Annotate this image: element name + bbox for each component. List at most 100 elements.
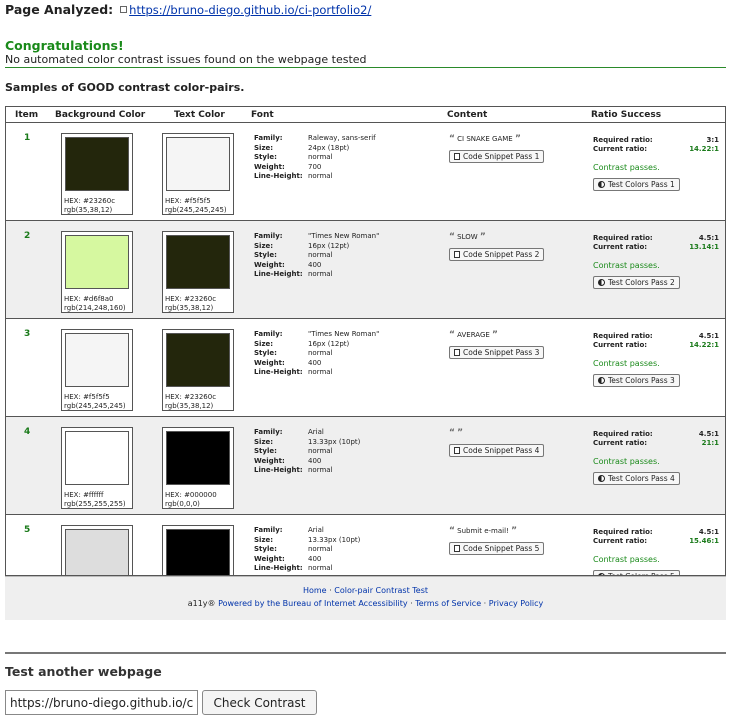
url-input[interactable] — [5, 690, 198, 715]
code-snippet-button[interactable]: Code Snippet Pass 2 — [449, 248, 545, 261]
font-family-label: Family: — [254, 330, 283, 338]
font-family-value: Arial — [308, 526, 324, 534]
font-style-value: normal — [308, 349, 333, 357]
contrast-passes: Contrast passes. — [593, 261, 660, 270]
line-height-value: normal — [308, 172, 333, 180]
check-contrast-button[interactable]: Check Contrast — [202, 690, 317, 715]
item-number: 3 — [24, 329, 31, 339]
col-text-color: Text Color — [174, 110, 225, 120]
font-weight-value: 400 — [308, 358, 322, 367]
font-style-label: Style: — [254, 349, 277, 357]
code-snippet-button[interactable]: Code Snippet Pass 4 — [449, 444, 545, 457]
font-family-value: Arial — [308, 428, 324, 436]
samples-heading: Samples of GOOD contrast color-pairs. — [5, 81, 245, 94]
footer-separator: · — [329, 586, 332, 595]
contrast-passes: Contrast passes. — [593, 359, 660, 368]
footer-privacy-link[interactable]: Privacy Policy — [489, 599, 544, 608]
code-snippet-label: Code Snippet Pass 2 — [463, 250, 540, 259]
background-swatch — [65, 333, 129, 387]
table-row: 3 HEX: #f5f5f5 rgb(245,245,245) HEX: #23260… — [6, 319, 725, 417]
font-family-label: Family: — [254, 232, 283, 240]
required-ratio-label: Required ratio: — [593, 528, 653, 536]
contrast-icon — [598, 475, 605, 482]
font-style-value: normal — [308, 545, 333, 553]
external-link-icon — [120, 6, 128, 13]
footer-home-link[interactable]: Home — [303, 586, 327, 595]
background-color-sample: HEX: #d6f8a0 rgb(214,248,160) — [61, 231, 133, 313]
page-analyzed-label: Page Analyzed: — [5, 2, 114, 17]
divider — [5, 652, 726, 654]
test-colors-button[interactable]: Test Colors Pass 2 — [593, 276, 680, 289]
required-ratio-label: Required ratio: — [593, 234, 653, 242]
content-sample: “ ” — [449, 428, 463, 438]
content-text: Submit e-mail! — [457, 527, 509, 535]
required-ratio-value: 4.5:1 — [698, 234, 719, 242]
line-height-label: Line-Height: — [254, 368, 303, 376]
font-size-value: 24px (18pt) — [308, 143, 350, 152]
line-height-label: Line-Height: — [254, 564, 303, 572]
current-ratio: Current ratio: 14.22:1 — [593, 341, 719, 349]
line-height-label: Line-Height: — [254, 466, 303, 474]
font-weight-value: 700 — [308, 162, 322, 171]
font-style-label: Style: — [254, 153, 277, 161]
required-ratio: Required ratio: 3:1 — [593, 136, 719, 144]
table-row: 4 HEX: #ffffff rgb(255,255,255) HEX: #00000… — [6, 417, 725, 515]
current-ratio: Current ratio: 15.46:1 — [593, 537, 719, 545]
footer-contrast-test-link[interactable]: Color-pair Contrast Test — [334, 586, 428, 595]
footer-powered-link[interactable]: Powered by the Bureau of Internet Access… — [218, 599, 407, 608]
test-colors-button[interactable]: Test Colors Pass 1 — [593, 178, 680, 191]
font-size-value: 13.33px (10pt) — [308, 535, 361, 544]
test-another-heading: Test another webpage — [5, 664, 162, 679]
test-colors-button[interactable]: Test Colors Pass 3 — [593, 374, 680, 387]
document-icon — [454, 545, 460, 552]
table-body: 1 HEX: #23260c rgb(35,38,12) HEX: #f5f5f5 rg… — [6, 123, 725, 575]
font-family-value: "Times New Roman" — [308, 232, 380, 240]
footer-links-top: Home · Color-pair Contrast Test — [5, 586, 726, 595]
table-row: 2 HEX: #d6f8a0 rgb(214,248,160) HEX: #23260… — [6, 221, 725, 319]
background-hex: HEX: #ffffff — [64, 491, 104, 499]
text-color-sample: HEX: #23260c rgb(35,38,12) — [162, 329, 234, 411]
document-icon — [454, 349, 460, 356]
footer-brand: a11y® — [187, 599, 216, 608]
code-snippet-button[interactable]: Code Snippet Pass 1 — [449, 150, 545, 163]
current-ratio-value: 14.22:1 — [689, 145, 719, 153]
document-icon — [454, 153, 460, 160]
font-weight-value: 400 — [308, 456, 322, 465]
background-swatch — [65, 235, 129, 289]
close-quote-icon: ” — [479, 232, 486, 242]
font-weight-label: Weight: — [254, 260, 285, 269]
open-quote-icon: “ — [449, 428, 455, 438]
current-ratio-value: 15.46:1 — [689, 537, 719, 545]
font-size-label: Size: — [254, 339, 274, 348]
font-weight-label: Weight: — [254, 456, 285, 465]
col-background-color: Background Color — [55, 110, 146, 120]
current-ratio-label: Current ratio: — [593, 145, 648, 153]
line-height-value: normal — [308, 466, 333, 474]
code-snippet-button[interactable]: Code Snippet Pass 5 — [449, 542, 545, 555]
background-hex: HEX: #f5f5f5 — [64, 393, 110, 401]
col-content: Content — [447, 110, 488, 120]
code-snippet-label: Code Snippet Pass 4 — [463, 446, 540, 455]
text-swatch — [166, 235, 230, 289]
contrast-passes: Contrast passes. — [593, 555, 660, 564]
font-style-label: Style: — [254, 545, 277, 553]
close-quote-icon: ” — [492, 330, 498, 340]
content-text: CI SNAKE GAME — [457, 135, 513, 143]
current-ratio-value: 21:1 — [701, 439, 719, 447]
test-colors-button[interactable]: Test Colors Pass 4 — [593, 472, 680, 485]
background-swatch — [65, 529, 129, 575]
text-swatch — [166, 137, 230, 191]
background-swatch — [65, 431, 129, 485]
font-info: Family: "Times New Roman" Size: 16px (12pt)… — [254, 330, 379, 378]
footer-terms-link[interactable]: Terms of Service — [415, 599, 481, 608]
font-family-value: "Times New Roman" — [308, 330, 380, 338]
text-swatch — [166, 333, 230, 387]
text-hex: HEX: #23260c — [165, 295, 217, 303]
code-snippet-button[interactable]: Code Snippet Pass 3 — [449, 346, 545, 359]
font-family-label: Family: — [254, 526, 283, 534]
font-size-value: 16px (12pt) — [308, 241, 350, 250]
analyzed-url-link[interactable]: https://bruno-diego.github.io/ci-portfol… — [129, 3, 371, 17]
background-color-sample — [61, 525, 133, 575]
font-style-value: normal — [308, 251, 333, 259]
current-ratio-value: 13.14:1 — [689, 243, 719, 251]
